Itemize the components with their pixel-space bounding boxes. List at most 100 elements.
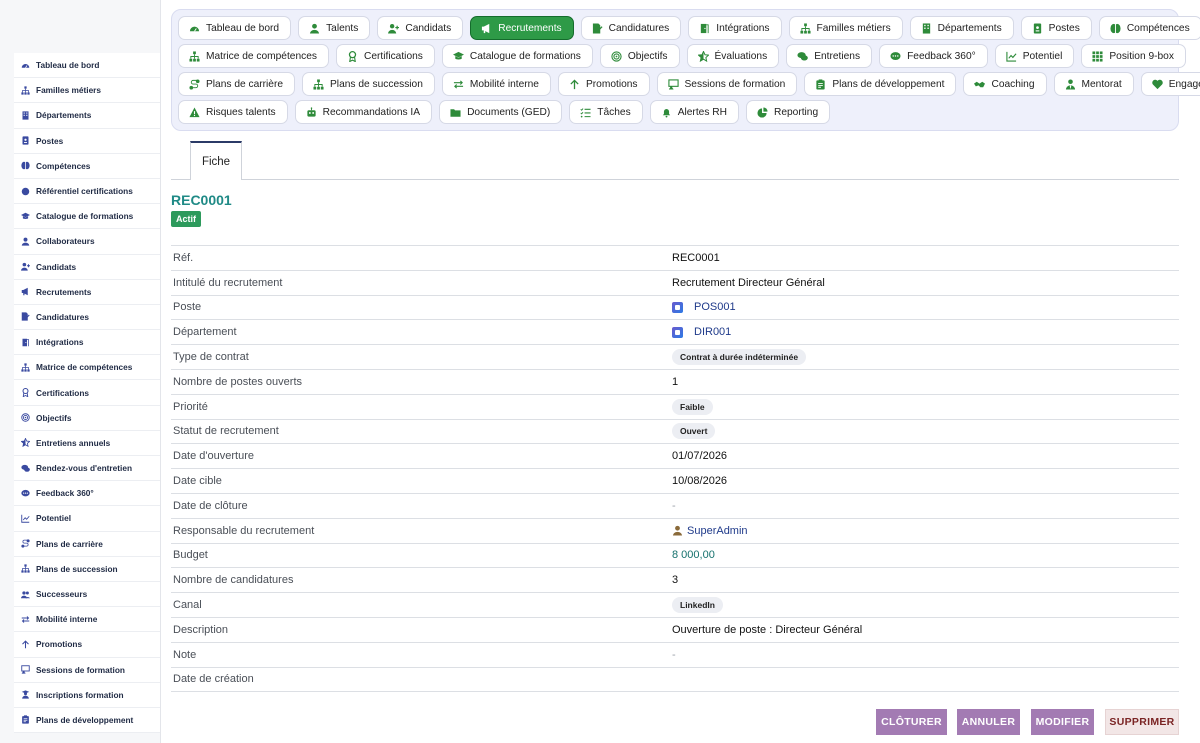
sidebar-item-label: Inscriptions formation (36, 689, 124, 700)
sidebar-item-matrice-de-competences[interactable]: Matrice de compétences (14, 355, 160, 381)
sidebar-item-collaborateurs[interactable]: Collaborateurs (14, 229, 160, 255)
sidebar-item-postes[interactable]: Postes (14, 129, 160, 154)
nav-plans-de-developpement[interactable]: Plans de développement (804, 72, 957, 96)
sidebar-item-tableau-de-bord[interactable]: Tableau de bord (14, 53, 160, 79)
sidebar-item-certifications[interactable]: Certifications (14, 380, 160, 406)
nav-objectifs[interactable]: Objectifs (599, 44, 680, 68)
user-link[interactable]: SuperAdmin (687, 525, 748, 537)
edit-button[interactable]: MODIFIER (1031, 709, 1094, 735)
nav-sessions-de-formation[interactable]: Sessions de formation (656, 72, 798, 96)
nav-label: Plans de succession (330, 78, 423, 90)
object-link-icon[interactable] (672, 326, 683, 338)
nav-coaching[interactable]: Coaching (963, 72, 1047, 96)
sidebar-item-sessions-de-formation[interactable]: Sessions de formation (14, 658, 160, 683)
nav-competences[interactable]: Compétences (1098, 16, 1200, 40)
object-link-icon[interactable] (672, 301, 683, 313)
detail-row-date-cible: Date cible 10/08/2026 (171, 469, 1179, 494)
nav-plans-de-carriere[interactable]: Plans de carrière (178, 72, 296, 96)
amount-value: 8 000,00 (672, 549, 715, 562)
tab-bar: Fiche (171, 141, 1179, 180)
sidebar-item-competences[interactable]: Compétences (14, 154, 160, 179)
sidebar-item-promotions[interactable]: Promotions (14, 632, 160, 658)
nav-familles-metiers[interactable]: Familles métiers (788, 16, 903, 40)
nav-departements[interactable]: Départements (909, 16, 1014, 40)
sidebar-item-candidats[interactable]: Candidats (14, 255, 160, 280)
nav-candidatures[interactable]: Candidatures (580, 16, 682, 40)
sidebar-item-inscriptions-formation[interactable]: Inscriptions formation (14, 683, 160, 708)
nav-label: Reporting (773, 106, 819, 118)
sidebar-item-entretiens-annuels[interactable]: Entretiens annuels (14, 431, 160, 456)
detail-label: Canal (173, 599, 202, 612)
sidebar-item-recrutements[interactable]: Recrutements (14, 280, 160, 305)
sidebar-item-plans-de-succession[interactable]: Plans de succession (14, 557, 160, 582)
sidebar-item-label: Postes (36, 135, 64, 146)
nav-certifications[interactable]: Certifications (335, 44, 435, 68)
nav-tableau-de-bord[interactable]: Tableau de bord (178, 16, 292, 40)
nav-reporting[interactable]: Reporting (745, 100, 831, 124)
sidebar-item-potentiel[interactable]: Potentiel (14, 506, 160, 532)
delete-button[interactable]: SUPPRIMER (1105, 709, 1179, 735)
nav-plans-de-succession[interactable]: Plans de succession (302, 72, 435, 96)
sidebar-item-candidatures[interactable]: Candidatures (14, 305, 160, 331)
sidebar-item-catalogue-de-formations[interactable]: Catalogue de formations (14, 204, 160, 230)
sidebar-item-objectifs[interactable]: Objectifs (14, 406, 160, 431)
nav-entretiens[interactable]: Entretiens (786, 44, 873, 68)
sidebar-item-familles-metiers[interactable]: Familles métiers (14, 78, 160, 104)
sidebar-item-label: Familles métiers (36, 85, 102, 96)
sidebar-item-label: Départements (36, 110, 92, 121)
detail-value: Ouvert (672, 423, 716, 440)
dashboard-icon (21, 61, 30, 70)
nav-talents[interactable]: Talents (298, 16, 371, 40)
nav-promotions[interactable]: Promotions (557, 72, 650, 96)
cancel-button[interactable]: ANNULER (957, 709, 1020, 735)
sidebar-item-feedback-360[interactable]: Feedback 360° (14, 481, 160, 507)
text-value: Recrutement Directeur Général (672, 276, 825, 289)
detail-row-type-de-contrat: Type de contrat Contrat à durée indétermi… (171, 345, 1179, 370)
nav-integrations[interactable]: Intégrations (688, 16, 782, 40)
sidebar-item-label: Référentiel certifications (36, 186, 133, 197)
sidebar-item-label: Objectifs (36, 412, 72, 423)
nav-engagement[interactable]: Engagement (1140, 72, 1200, 96)
detail-label: Date de création (173, 673, 254, 686)
nav-alertes-rh[interactable]: Alertes RH (649, 100, 739, 124)
detail-label: Responsable du recrutement (173, 524, 315, 537)
comment-dots-icon (890, 51, 901, 62)
nav-recommandations-ia[interactable]: Recommandations IA (294, 100, 433, 124)
nav-mobilite-interne[interactable]: Mobilité interne (441, 72, 551, 96)
sidebar-item-plans-de-developpement[interactable]: Plans de développement (14, 708, 160, 734)
tab-fiche[interactable]: Fiche (190, 141, 242, 180)
nav-row: Tableau de bord Talents Candidats Recruteme… (178, 16, 1200, 40)
sidebar-item-integrations[interactable]: Intégrations (14, 330, 160, 356)
nav-potentiel[interactable]: Potentiel (994, 44, 1075, 68)
object-link[interactable]: DIR001 (694, 326, 731, 338)
sidebar-item-referentiel-certifications[interactable]: Référentiel certifications (14, 179, 160, 205)
nav-candidats[interactable]: Candidats (377, 16, 464, 40)
detail-label: Statut de recrutement (173, 425, 279, 438)
sidebar-item-plans-de-carriere[interactable]: Plans de carrière (14, 532, 160, 557)
nav-risques-talents[interactable]: Risques talents (178, 100, 288, 124)
nav-postes[interactable]: Postes (1020, 16, 1092, 40)
nav-documents-ged[interactable]: Documents (GED) (439, 100, 563, 124)
grid-icon (1092, 50, 1103, 62)
nav-evaluations[interactable]: Évaluations (686, 44, 780, 68)
sidebar-item-successeurs[interactable]: Successeurs (14, 582, 160, 608)
nav-catalogue-de-formations[interactable]: Catalogue de formations (441, 44, 593, 68)
sidebar-item-mobilite-interne[interactable]: Mobilité interne (14, 607, 160, 633)
nav-label: Catalogue de formations (469, 50, 581, 62)
nav-mentorat[interactable]: Mentorat (1053, 72, 1134, 96)
nav-taches[interactable]: Tâches (569, 100, 643, 124)
nav-matrice-de-competences[interactable]: Matrice de compétences (178, 44, 329, 68)
sidebar-item-label: Promotions (36, 639, 83, 650)
sidebar-item-departements[interactable]: Départements (14, 103, 160, 129)
nav-row: Matrice de compétences Certifications Cata… (178, 44, 1186, 68)
sidebar-item-label: Plans de carrière (36, 538, 103, 549)
nav-recrutements[interactable]: Recrutements (470, 16, 574, 40)
sidebar-item-label: Intégrations (36, 337, 84, 348)
object-link[interactable]: POS001 (694, 301, 736, 313)
nav-position-9-box[interactable]: Position 9-box (1081, 44, 1186, 68)
exchange-icon (453, 79, 464, 90)
close-recruitment-button[interactable]: CLÔTURER (876, 709, 947, 735)
detail-value: REC0001 (672, 252, 720, 264)
nav-feedback-360[interactable]: Feedback 360° (879, 44, 988, 68)
sidebar-item-rendez-vous-d-entretien[interactable]: Rendez-vous d'entretien (14, 456, 160, 482)
